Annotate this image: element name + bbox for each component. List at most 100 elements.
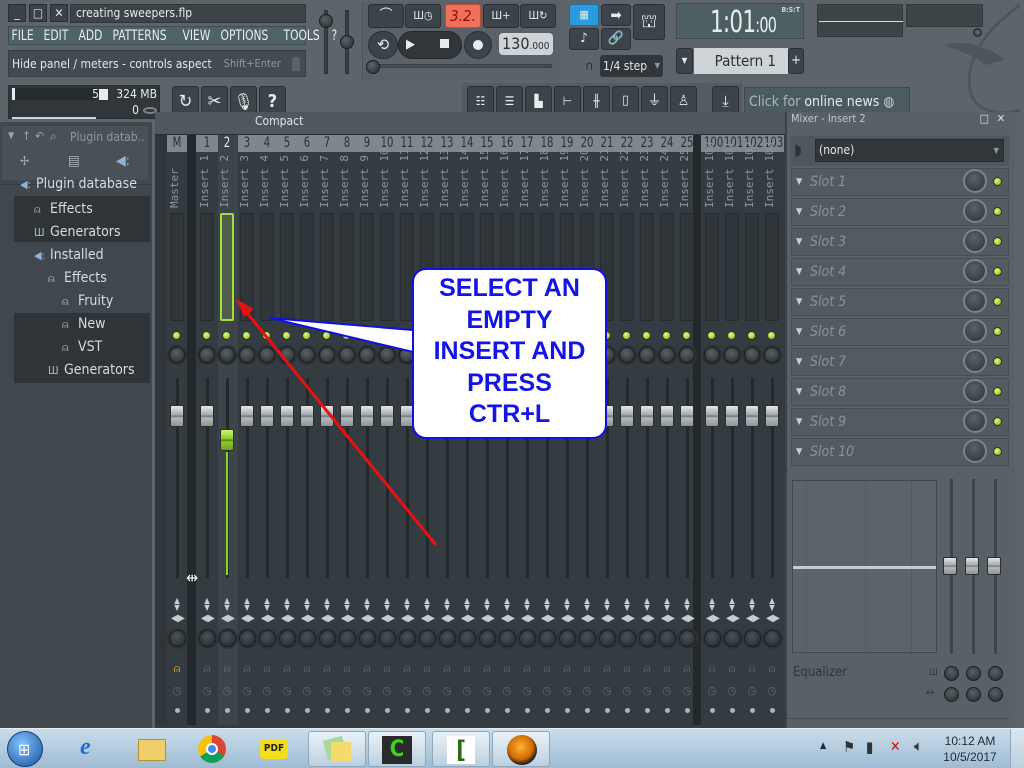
mute-led[interactable] xyxy=(242,331,251,340)
swap-channels-icon[interactable]: ◀▶ xyxy=(421,614,435,624)
pattern-selector[interactable]: Pattern 1 xyxy=(694,48,788,74)
mute-led[interactable] xyxy=(662,331,671,340)
search-icon[interactable]: ⌕ xyxy=(50,129,57,144)
send-knob[interactable] xyxy=(379,630,396,647)
swap-channels-icon[interactable]: ◀▶ xyxy=(726,614,740,624)
effects-routing-icon[interactable]: ⍝ xyxy=(440,662,454,676)
pattern-song-toggle[interactable]: 3.2. xyxy=(445,4,481,28)
send-knob[interactable] xyxy=(299,630,316,647)
show-desktop-button[interactable] xyxy=(1010,729,1024,768)
slot-menu-icon[interactable]: ▼ xyxy=(796,289,802,315)
camtasia-recorder-icon[interactable]: C xyxy=(368,731,426,767)
swap-channels-icon[interactable]: ◀▶ xyxy=(341,614,355,624)
pan-knob[interactable] xyxy=(704,347,720,363)
volume-fader[interactable] xyxy=(765,405,779,427)
audio-input-selector[interactable]: (none) ▼ xyxy=(815,139,1004,162)
stereo-separation-icon[interactable]: ▼ xyxy=(361,604,373,612)
swap-channels-icon[interactable]: ◀▶ xyxy=(561,614,575,624)
stereo-separation-icon[interactable]: ▼ xyxy=(281,604,293,612)
stereo-separation-icon[interactable]: ▼ xyxy=(561,604,573,612)
slot-mix-knob[interactable] xyxy=(963,349,987,373)
send-knob[interactable] xyxy=(579,630,596,647)
channel-number[interactable]: 7 xyxy=(319,135,335,152)
slot-menu-icon[interactable]: ▼ xyxy=(796,409,802,435)
stereo-separation-icon[interactable]: ▼ xyxy=(321,604,333,612)
stereo-separation-icon[interactable]: ▼ xyxy=(521,604,533,612)
volume-fader[interactable] xyxy=(680,405,694,427)
slot-enable-led[interactable] xyxy=(993,237,1002,246)
record-arm-dot[interactable] xyxy=(445,708,450,713)
send-knob[interactable] xyxy=(539,630,556,647)
channel-number[interactable]: 2 xyxy=(219,135,235,152)
send-knob[interactable] xyxy=(744,630,761,647)
record-arm-dot[interactable] xyxy=(525,708,530,713)
swap-channels-icon[interactable]: ◀▶ xyxy=(681,614,695,624)
record-arm-dot[interactable] xyxy=(645,708,650,713)
stereo-separation-icon[interactable]: ▼ xyxy=(421,604,433,612)
effects-routing-icon[interactable]: ⍝ xyxy=(260,662,274,676)
send-knob[interactable] xyxy=(639,630,656,647)
swap-channels-icon[interactable]: ◀▶ xyxy=(501,614,515,624)
channel-label[interactable]: Insert 7 xyxy=(318,154,338,208)
metronome-icon[interactable]: ⌒ xyxy=(368,4,404,28)
pan-knob[interactable] xyxy=(679,347,695,363)
tree-item-fruity[interactable]: ⍝ Fruity xyxy=(62,290,113,313)
typing-keyboard-icon[interactable]: ▦ xyxy=(569,4,599,26)
menu-edit[interactable]: EDIT xyxy=(41,27,71,44)
channel-number[interactable]: 1 xyxy=(199,135,215,152)
slot-menu-icon[interactable]: ▼ xyxy=(796,229,802,255)
eq-bandwidth-knob[interactable] xyxy=(944,687,959,702)
swap-channels-icon[interactable]: ◀▶ xyxy=(621,614,635,624)
channel-number[interactable]: 3 xyxy=(239,135,255,152)
record-arm-dot[interactable] xyxy=(365,708,370,713)
stereo-separation-icon[interactable]: ▼ xyxy=(201,604,213,612)
slot-enable-led[interactable] xyxy=(993,297,1002,306)
stereo-separation-icon[interactable]: ▼ xyxy=(301,604,313,612)
pan-knob[interactable] xyxy=(639,347,655,363)
record-arm-dot[interactable] xyxy=(385,708,390,713)
effects-routing-icon[interactable]: ⍝ xyxy=(170,662,184,676)
latency-clock-icon[interactable]: ◷ xyxy=(440,684,454,697)
volume-fader[interactable] xyxy=(660,405,674,427)
loop-icon[interactable]: ⟲ xyxy=(368,31,398,59)
audio-clip-icon[interactable]: ✢ xyxy=(20,154,29,168)
slot-enable-led[interactable] xyxy=(993,447,1002,456)
latency-clock-icon[interactable]: ◷ xyxy=(220,684,234,697)
latency-clock-icon[interactable]: ◷ xyxy=(320,684,334,697)
channel-label[interactable]: Insert 8 xyxy=(338,154,358,208)
channel-number[interactable]: 5 xyxy=(279,135,295,152)
record-arm-dot[interactable] xyxy=(285,708,290,713)
swap-channels-icon[interactable]: ◀▶ xyxy=(381,614,395,624)
pan-knob[interactable] xyxy=(619,347,635,363)
mute-led[interactable] xyxy=(747,331,756,340)
channel-label[interactable]: Insert 23 xyxy=(638,148,658,208)
record-arm-dot[interactable] xyxy=(625,708,630,713)
volume-fader[interactable] xyxy=(320,405,334,427)
internet-explorer-icon[interactable]: e xyxy=(64,731,120,767)
mute-led[interactable] xyxy=(382,331,391,340)
effects-routing-icon[interactable]: ⍝ xyxy=(540,662,554,676)
volume-fader[interactable] xyxy=(240,405,254,427)
stereo-separation-icon[interactable]: ▼ xyxy=(171,604,183,612)
mute-led[interactable] xyxy=(202,331,211,340)
swap-channels-icon[interactable]: ◀▶ xyxy=(661,614,675,624)
stereo-separation-icon[interactable]: ▼ xyxy=(661,604,673,612)
swap-channels-icon[interactable]: ◀▶ xyxy=(541,614,555,624)
back-icon[interactable]: ↶ xyxy=(35,129,44,143)
latency-clock-icon[interactable]: ◷ xyxy=(260,684,274,697)
effects-routing-icon[interactable]: ⍝ xyxy=(745,662,759,676)
swap-channels-icon[interactable]: ◀▶ xyxy=(201,614,215,624)
close-icon[interactable]: ✕ xyxy=(997,112,1005,125)
tree-item-generators[interactable]: Ш Generators xyxy=(34,221,121,244)
latency-clock-icon[interactable]: ◷ xyxy=(340,684,354,697)
channel-label[interactable]: Insert 16 xyxy=(498,148,518,208)
channel-number[interactable]: 4 xyxy=(259,135,275,152)
latency-clock-icon[interactable]: ◷ xyxy=(620,684,634,697)
channel-label[interactable]: Insert 19 xyxy=(558,148,578,208)
latency-clock-icon[interactable]: ◷ xyxy=(360,684,374,697)
slot-enable-led[interactable] xyxy=(993,387,1002,396)
pan-knob[interactable] xyxy=(199,347,215,363)
mute-led[interactable] xyxy=(707,331,716,340)
master-pitch-handle[interactable] xyxy=(340,35,354,49)
system-clock[interactable]: 10:12 AM 10/5/2017 xyxy=(940,733,1000,765)
